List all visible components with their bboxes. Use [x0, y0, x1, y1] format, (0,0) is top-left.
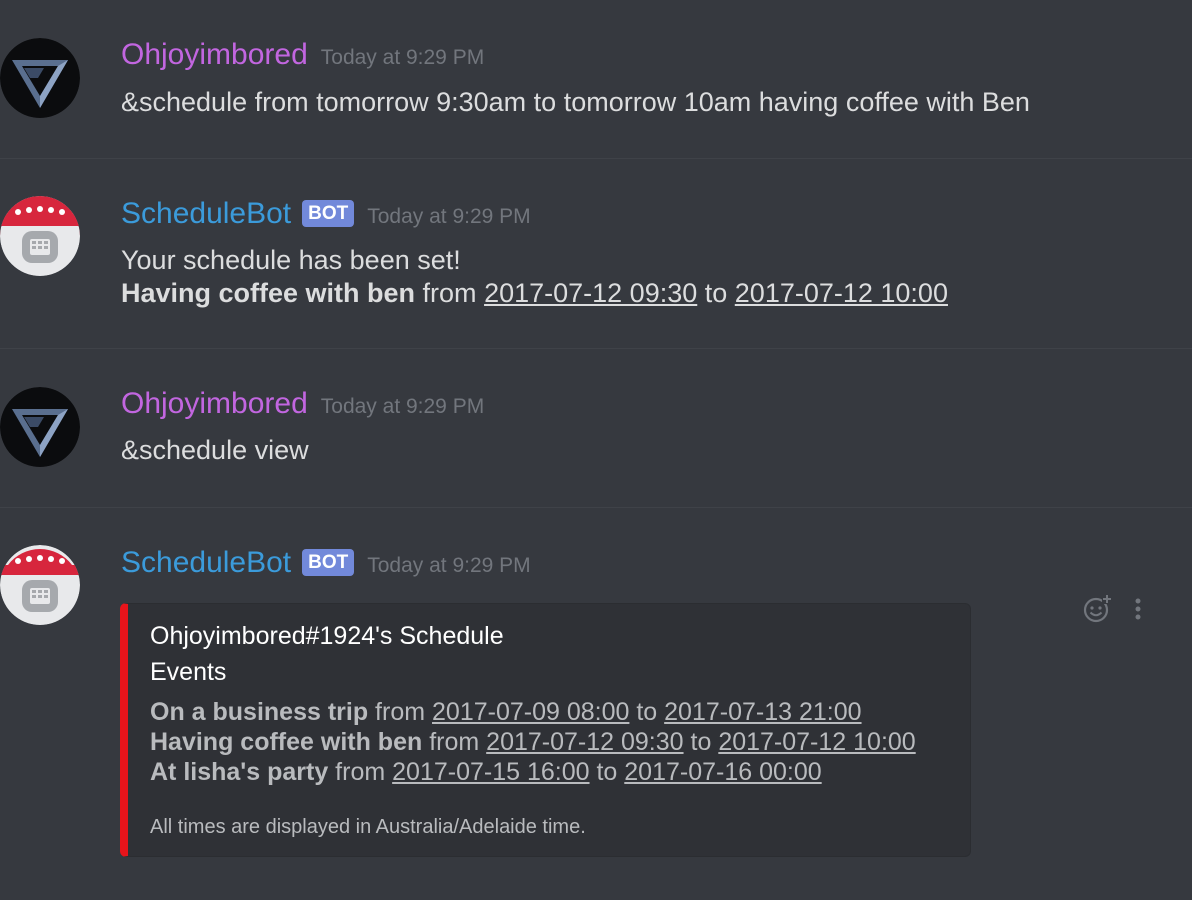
chat-messages: Ohjoyimbored Today at 9:29 PM &schedule …: [0, 0, 1192, 900]
schedule-embed: Ohjoyimbored#1924's Schedule Events On a…: [120, 603, 971, 857]
events-list: On a business trip from 2017-07-09 08:00…: [150, 697, 916, 787]
to-word: to: [629, 698, 665, 726]
add-reaction-icon[interactable]: [1082, 594, 1112, 624]
bot-badge: BOT: [302, 200, 355, 227]
start-date: 2017-07-09 08:00: [432, 698, 630, 726]
event-title: Having coffee with ben: [121, 278, 416, 308]
message-header: Ohjoyimbored Today at 9:29 PM: [121, 387, 484, 421]
bot-avatar[interactable]: [0, 545, 80, 625]
timestamp: Today at 9:29 PM: [320, 46, 485, 69]
message-text: &schedule from tomorrow 9:30am to tomorr…: [121, 87, 1030, 117]
message-header: Ohjoyimbored Today at 9:29 PM: [121, 38, 484, 72]
message-schedulebot-2: ScheduleBot BOT Today at 9:29 PM Ohjoyim…: [0, 508, 1192, 900]
username[interactable]: Ohjoyimbored: [121, 387, 308, 421]
embed-field-name: Events: [150, 658, 227, 686]
start-date: 2017-07-12 09:30: [486, 728, 684, 756]
username[interactable]: ScheduleBot: [121, 197, 291, 231]
from-word: from: [368, 698, 433, 726]
message-text: &schedule view: [121, 435, 309, 465]
start-date: 2017-07-12 09:30: [484, 278, 698, 308]
from-word: from: [422, 728, 487, 756]
bot-badge: BOT: [302, 549, 355, 576]
confirmation-line: Your schedule has been set!: [121, 245, 461, 275]
to-word: to: [697, 278, 735, 308]
event-line: Having coffee with ben from 2017-07-12 0…: [121, 277, 948, 310]
list-item: At lisha's party from 2017-07-15 16:00 t…: [150, 757, 916, 787]
end-date: 2017-07-12 10:00: [734, 278, 948, 308]
embed-footer: All times are displayed in Australia/Ade…: [150, 816, 586, 838]
message-text: Your schedule has been set! Having coffe…: [121, 244, 948, 310]
list-item: Having coffee with ben from 2017-07-12 0…: [150, 727, 916, 757]
message-actions: [1082, 594, 1142, 624]
end-date: 2017-07-16 00:00: [624, 758, 822, 786]
message-ohjoyimbored-1: Ohjoyimbored Today at 9:29 PM &schedule …: [0, 0, 1192, 159]
bot-avatar[interactable]: [0, 196, 80, 276]
event-title: On a business trip: [150, 698, 369, 726]
calendar-robot-icon: [0, 545, 80, 625]
more-options-icon[interactable]: [1134, 597, 1142, 621]
calendar-robot-icon: [0, 196, 80, 276]
timestamp: Today at 9:29 PM: [320, 395, 485, 418]
to-word: to: [683, 728, 719, 756]
end-date: 2017-07-13 21:00: [664, 698, 862, 726]
user-avatar[interactable]: [0, 387, 80, 467]
username[interactable]: ScheduleBot: [121, 546, 291, 580]
event-title: Having coffee with ben: [150, 728, 423, 756]
event-title: At lisha's party: [150, 758, 329, 786]
message-schedulebot-1: ScheduleBot BOT Today at 9:29 PM Your sc…: [0, 159, 1192, 349]
username[interactable]: Ohjoyimbored: [121, 38, 308, 72]
timestamp: Today at 9:29 PM: [367, 554, 531, 577]
message-header: ScheduleBot BOT Today at 9:29 PM: [121, 546, 531, 580]
v-logo-icon: [0, 38, 80, 118]
embed-title: Ohjoyimbored#1924's Schedule: [150, 622, 504, 650]
to-word: to: [589, 758, 625, 786]
message-ohjoyimbored-2: Ohjoyimbored Today at 9:29 PM &schedule …: [0, 349, 1192, 508]
user-avatar[interactable]: [0, 38, 80, 118]
end-date: 2017-07-12 10:00: [718, 728, 916, 756]
from-word: from: [415, 278, 485, 308]
list-item: On a business trip from 2017-07-09 08:00…: [150, 697, 916, 727]
start-date: 2017-07-15 16:00: [392, 758, 590, 786]
v-logo-icon: [0, 387, 80, 467]
message-header: ScheduleBot BOT Today at 9:29 PM: [121, 197, 531, 231]
from-word: from: [328, 758, 393, 786]
timestamp: Today at 9:29 PM: [367, 205, 531, 228]
